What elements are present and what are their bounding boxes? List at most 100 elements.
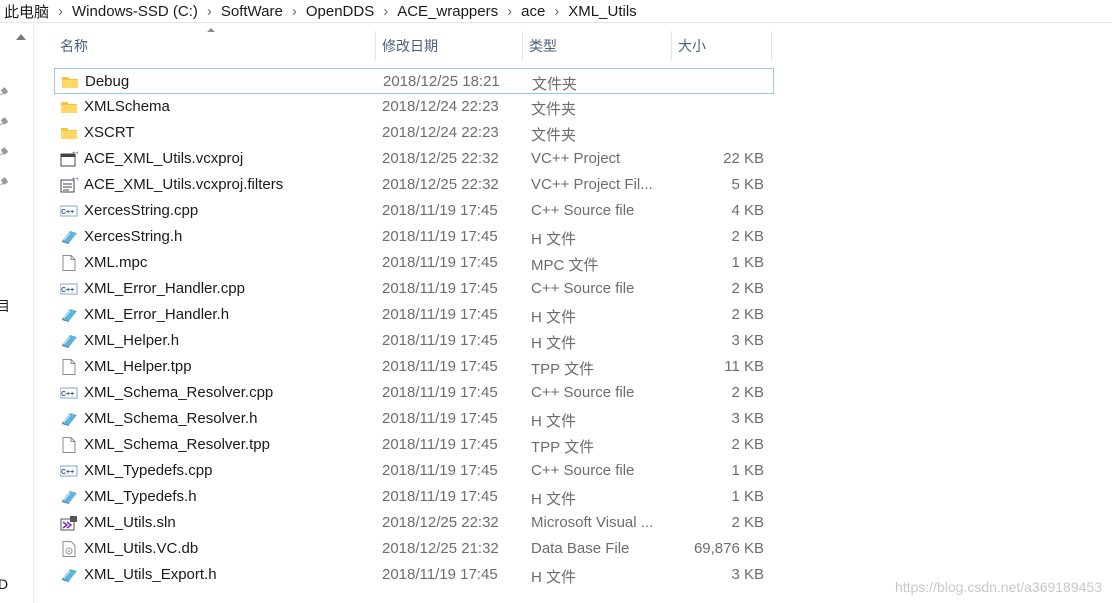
column-header-type[interactable]: 类型 bbox=[523, 31, 672, 61]
file-row[interactable]: XMLSchema 2018/12/24 22:23 文件夹 bbox=[54, 94, 774, 120]
file-row[interactable]: XSCRT 2018/12/24 22:23 文件夹 bbox=[54, 120, 774, 146]
file-date: 2018/11/19 17:45 bbox=[382, 462, 498, 479]
file-type: H 文件 bbox=[531, 491, 577, 508]
file-row[interactable]: XML_Utils.sln 2018/12/25 22:32 Microsoft V… bbox=[54, 510, 774, 536]
pin-icon[interactable] bbox=[0, 177, 10, 187]
file-date: 2018/12/25 22:32 bbox=[382, 176, 499, 193]
file-row[interactable]: XML_Utils.VC.db 2018/12/25 21:32 Data Base… bbox=[54, 536, 774, 562]
file-name: XML_Utils.sln bbox=[84, 514, 176, 531]
file-row[interactable]: ++ ACE_XML_Utils.vcxproj 2018/12/25 22:32 V… bbox=[54, 146, 774, 172]
file-name: XML_Helper.h bbox=[84, 332, 180, 349]
file-size: 1 KB bbox=[731, 254, 764, 271]
cpp-file-icon: C++ bbox=[59, 281, 78, 297]
file-type: Data Base File bbox=[531, 540, 630, 557]
file-name: Debug bbox=[85, 73, 130, 90]
scroll-up-arrow-icon[interactable] bbox=[16, 34, 26, 40]
chevron-right-icon[interactable] bbox=[202, 3, 217, 20]
file-date: 2018/12/25 22:32 bbox=[382, 514, 499, 531]
chevron-right-icon[interactable] bbox=[287, 3, 302, 20]
file-type: MPC 文件 bbox=[531, 257, 599, 274]
file-type: 文件夹 bbox=[531, 127, 577, 144]
file-size: 2 KB bbox=[731, 306, 764, 323]
file-name: XML_Utils_Export.h bbox=[84, 566, 217, 583]
file-date: 2018/12/24 22:23 bbox=[382, 98, 499, 115]
scrollbar[interactable] bbox=[12, 30, 30, 603]
column-header-name[interactable]: 名称 bbox=[54, 31, 376, 61]
file-type: C++ Source file bbox=[531, 384, 635, 401]
file-size: 1 KB bbox=[731, 462, 764, 479]
svg-text:C++: C++ bbox=[61, 469, 74, 476]
file-row[interactable]: XML_Helper.tpp 2018/11/19 17:45 TPP 文件 11 K… bbox=[54, 354, 774, 380]
chevron-right-icon[interactable] bbox=[53, 3, 68, 20]
chevron-right-icon[interactable] bbox=[378, 3, 393, 20]
file-size: 2 KB bbox=[731, 514, 764, 531]
breadcrumb-ace[interactable]: ace bbox=[517, 3, 549, 20]
breadcrumb-xml-utils[interactable]: XML_Utils bbox=[564, 3, 640, 20]
cpp-file-icon: C++ bbox=[59, 385, 78, 401]
breadcrumb-opendds[interactable]: OpenDDS bbox=[302, 3, 378, 20]
file-date: 2018/11/19 17:45 bbox=[382, 280, 498, 297]
breadcrumb-ace-wrappers[interactable]: ACE_wrappers bbox=[393, 3, 502, 20]
file-list: Debug 2018/12/25 18:21 文件夹 XMLSchema 2018/12… bbox=[54, 68, 774, 588]
file-type: 文件夹 bbox=[532, 76, 578, 93]
folder-icon bbox=[60, 125, 78, 141]
column-header-size[interactable]: 大小 bbox=[672, 31, 772, 61]
file-row[interactable]: XML_Typedefs.h 2018/11/19 17:45 H 文件 1 KB bbox=[54, 484, 774, 510]
column-header-label: 大小 bbox=[678, 38, 706, 54]
file-row[interactable]: XML_Schema_Resolver.h 2018/11/19 17:45 H 文… bbox=[54, 406, 774, 432]
file-date: 2018/11/19 17:45 bbox=[382, 306, 498, 323]
nav-item-label[interactable]: D bbox=[0, 576, 8, 592]
column-header-label: 名称 bbox=[60, 38, 88, 54]
chevron-right-icon[interactable] bbox=[502, 3, 517, 20]
file-row[interactable]: XML_Schema_Resolver.tpp 2018/11/19 17:45 T… bbox=[54, 432, 774, 458]
file-type: VC++ Project Fil... bbox=[531, 176, 653, 193]
pin-icon[interactable] bbox=[0, 117, 10, 127]
file-name: XML_Schema_Resolver.cpp bbox=[84, 384, 274, 401]
header-file-icon bbox=[60, 333, 78, 349]
pin-icon[interactable] bbox=[0, 147, 10, 157]
file-row[interactable]: Debug 2018/12/25 18:21 文件夹 bbox=[54, 68, 774, 94]
file-date: 2018/12/25 21:32 bbox=[382, 540, 499, 557]
file-row[interactable]: C++ XML_Schema_Resolver.cpp 2018/11/19 17:… bbox=[54, 380, 774, 406]
address-bar[interactable]: 此电脑 Windows-SSD (C:) SoftWare OpenDDS AC… bbox=[0, 0, 1112, 23]
breadcrumb-this-pc[interactable]: 此电脑 bbox=[0, 1, 53, 22]
file-type: H 文件 bbox=[531, 231, 577, 248]
file-row[interactable]: XercesString.h 2018/11/19 17:45 H 文件 2 KB bbox=[54, 224, 774, 250]
file-date: 2018/11/19 17:45 bbox=[382, 332, 498, 349]
file-date: 2018/11/19 17:45 bbox=[382, 410, 498, 427]
blank-file-icon bbox=[60, 359, 78, 375]
file-type: 文件夹 bbox=[531, 101, 577, 118]
file-type: Microsoft Visual ... bbox=[531, 514, 654, 531]
file-date: 2018/11/19 17:45 bbox=[382, 202, 498, 219]
file-size: 5 KB bbox=[731, 176, 764, 193]
header-file-icon bbox=[60, 229, 78, 245]
nav-item-label[interactable]: 目 bbox=[0, 296, 10, 316]
svg-text:++: ++ bbox=[72, 151, 78, 157]
file-date: 2018/11/19 17:45 bbox=[382, 228, 498, 245]
column-header-date[interactable]: 修改日期 bbox=[376, 31, 523, 61]
blank-file-icon bbox=[60, 437, 78, 453]
file-row[interactable]: XML.mpc 2018/11/19 17:45 MPC 文件 1 KB bbox=[54, 250, 774, 276]
file-date: 2018/12/25 18:21 bbox=[383, 73, 500, 90]
file-size: 2 KB bbox=[731, 436, 764, 453]
pin-icon[interactable] bbox=[0, 87, 10, 97]
blank-file-icon bbox=[60, 255, 78, 271]
file-row[interactable]: ++ ACE_XML_Utils.vcxproj.filters 2018/12/2… bbox=[54, 172, 774, 198]
header-file-icon bbox=[60, 489, 78, 505]
header-file-icon bbox=[60, 567, 78, 583]
file-row[interactable]: C++ XML_Error_Handler.cpp 2018/11/19 17:45… bbox=[54, 276, 774, 302]
file-name: XML_Typedefs.cpp bbox=[84, 462, 213, 479]
svg-text:C++: C++ bbox=[61, 209, 74, 216]
column-header-row: 名称 修改日期 类型 大小 bbox=[54, 28, 774, 61]
file-size: 3 KB bbox=[731, 332, 764, 349]
file-row[interactable]: XML_Helper.h 2018/11/19 17:45 H 文件 3 KB bbox=[54, 328, 774, 354]
file-row[interactable]: C++ XercesString.cpp 2018/11/19 17:45 C++ S… bbox=[54, 198, 774, 224]
file-row[interactable]: XML_Utils_Export.h 2018/11/19 17:45 H 文件 3 … bbox=[54, 562, 774, 588]
file-row[interactable]: XML_Error_Handler.h 2018/11/19 17:45 H 文件 2… bbox=[54, 302, 774, 328]
file-name: XSCRT bbox=[84, 124, 135, 141]
breadcrumb-software[interactable]: SoftWare bbox=[217, 3, 287, 20]
file-row[interactable]: C++ XML_Typedefs.cpp 2018/11/19 17:45 C++ S… bbox=[54, 458, 774, 484]
breadcrumb-drive[interactable]: Windows-SSD (C:) bbox=[68, 3, 202, 20]
chevron-right-icon[interactable] bbox=[549, 3, 564, 20]
file-size: 2 KB bbox=[731, 280, 764, 297]
